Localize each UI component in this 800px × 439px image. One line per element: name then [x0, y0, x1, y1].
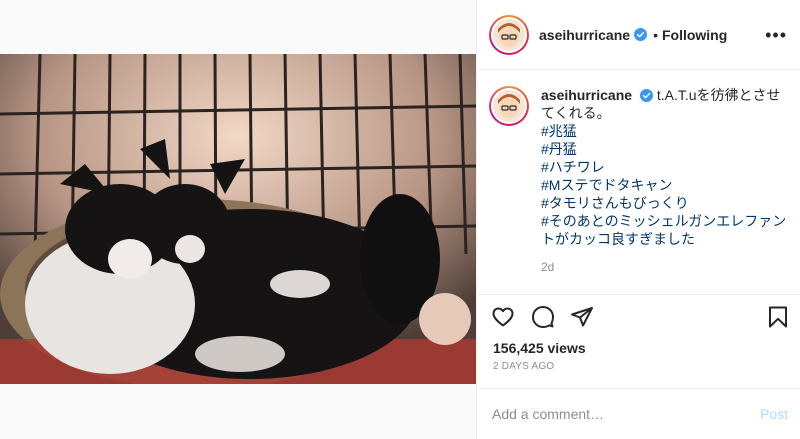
post-date[interactable]: 2 DAYS AGO [493, 361, 554, 372]
post-header: aseihurricane • Following ••• [477, 0, 800, 70]
caption-avatar[interactable] [489, 86, 529, 126]
more-options-icon[interactable]: ••• [765, 26, 787, 44]
separator-dot: • [653, 26, 658, 43]
view-count[interactable]: 156,425 views [493, 340, 586, 356]
avatar[interactable] [489, 14, 529, 55]
post-caption: aseihurricane t.A.T.uを彷彿とさせてくれる。 #兆猛 #丹猛… [489, 86, 789, 276]
bookmark-icon[interactable] [766, 305, 790, 329]
heart-icon[interactable] [491, 305, 515, 329]
action-bar: 156,425 views 2 DAYS AGO [477, 294, 800, 382]
following-button[interactable]: Following [662, 27, 727, 43]
header-username[interactable]: aseihurricane [539, 27, 630, 43]
comment-bar: Post [477, 388, 800, 439]
comment-input[interactable] [492, 403, 742, 425]
hashtag-link[interactable]: #そのあとのミッシェルガンエレファントがカッコ良すぎました [541, 212, 789, 248]
caption-username[interactable]: aseihurricane [541, 87, 632, 103]
caption-body: aseihurricane t.A.T.uを彷彿とさせてくれる。 #兆猛 #丹猛… [541, 86, 789, 276]
verified-badge-icon [639, 89, 653, 102]
caption-timestamp[interactable]: 2d [541, 258, 789, 276]
hashtag-link[interactable]: #タモリさんもびっくり [541, 194, 789, 212]
post-comment-button[interactable]: Post [760, 406, 788, 422]
hashtag-link[interactable]: #兆猛 [541, 122, 789, 140]
post-sidebar: aseihurricane • Following ••• aseihurric… [476, 0, 800, 439]
verified-badge-icon [634, 28, 648, 41]
post-media [0, 0, 476, 439]
hashtag-link[interactable]: #ハチワレ [541, 158, 789, 176]
hashtag-link[interactable]: #Mステでドタキャン [541, 176, 789, 194]
comment-icon[interactable] [531, 305, 555, 329]
cat-video-frame[interactable] [0, 54, 476, 384]
hashtag-link[interactable]: #丹猛 [541, 140, 789, 158]
share-icon[interactable] [570, 305, 594, 329]
